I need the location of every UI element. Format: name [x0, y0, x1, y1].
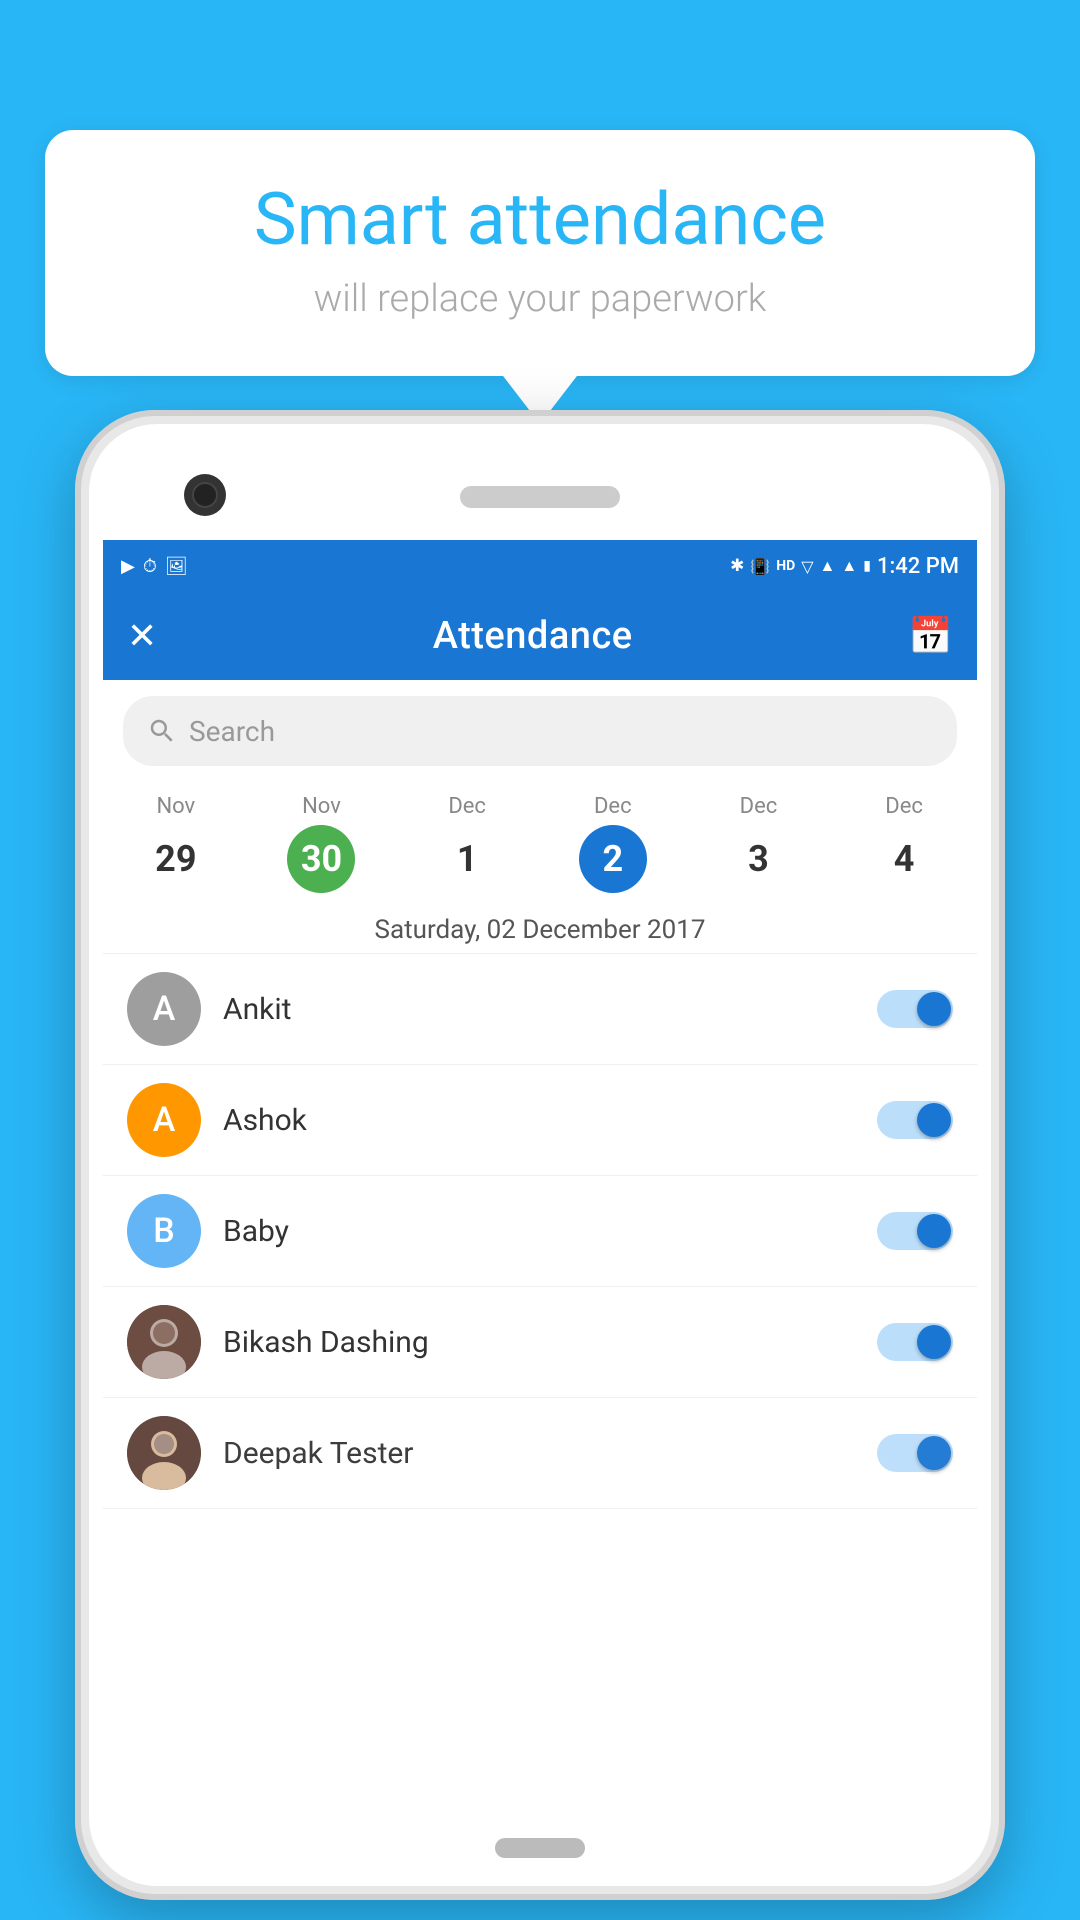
cal-num-4: 3: [724, 825, 792, 893]
person-name-ashok: Ashok: [223, 1103, 855, 1138]
toggle-thumb-baby: [917, 1214, 951, 1248]
toggle-thumb-deepak: [917, 1436, 951, 1470]
bubble-title: Smart attendance: [105, 180, 975, 259]
calendar-button[interactable]: 📅: [908, 615, 953, 657]
toggle-track-ashok: [877, 1101, 953, 1139]
cal-month-1: Nov: [302, 794, 341, 819]
person-item-bikash: Bikash Dashing: [103, 1287, 977, 1398]
speech-bubble: Smart attendance will replace your paper…: [45, 130, 1035, 376]
status-icons-left: ▶ ⏱ 🖼: [121, 556, 188, 577]
toggle-track-ankit: [877, 990, 953, 1028]
hd-icon: HD: [776, 558, 795, 574]
toggle-ankit[interactable]: [877, 990, 953, 1028]
cal-month-5: Dec: [885, 794, 923, 819]
date-header: Saturday, 02 December 2017: [103, 899, 977, 954]
toggle-track-baby: [877, 1212, 953, 1250]
screen: ▶ ⏱ 🖼 ✱ 📳 HD ▽ ▲ ▲ ▮ 1:42 PM ✕ At: [103, 540, 977, 1826]
deepak-face-icon: [127, 1416, 201, 1490]
cal-month-4: Dec: [740, 794, 778, 819]
phone-inner: ▶ ⏱ 🖼 ✱ 📳 HD ▽ ▲ ▲ ▮ 1:42 PM ✕ At: [89, 424, 991, 1886]
person-name-baby: Baby: [223, 1214, 855, 1249]
toggle-thumb-ashok: [917, 1103, 951, 1137]
close-button[interactable]: ✕: [127, 615, 157, 657]
cal-num-3: 2: [579, 825, 647, 893]
toggle-ashok[interactable]: [877, 1101, 953, 1139]
cal-day-4[interactable]: Dec 3: [708, 794, 808, 893]
cal-num-2: 1: [433, 825, 501, 893]
cal-month-0: Nov: [156, 794, 195, 819]
calendar-strip: Nov 29 Nov 30 Dec 1 Dec 2 Dec 3: [103, 782, 977, 899]
status-bar: ▶ ⏱ 🖼 ✱ 📳 HD ▽ ▲ ▲ ▮ 1:42 PM: [103, 540, 977, 592]
avatar-bikash: [127, 1305, 201, 1379]
speaker-grille: [460, 486, 620, 508]
cal-num-5: 4: [870, 825, 938, 893]
person-item-ashok: A Ashok: [103, 1065, 977, 1176]
person-item-baby: B Baby: [103, 1176, 977, 1287]
search-container: Search: [103, 680, 977, 782]
app-bar: ✕ Attendance 📅: [103, 592, 977, 680]
app-title: Attendance: [433, 614, 633, 658]
toggle-bikash[interactable]: [877, 1323, 953, 1361]
signal2-icon: ▲: [841, 556, 857, 576]
youtube-icon: ▶: [121, 556, 135, 577]
cal-day-2[interactable]: Dec 1: [417, 794, 517, 893]
camera-dot: [184, 474, 226, 516]
search-placeholder: Search: [189, 715, 275, 748]
toggle-track-bikash: [877, 1323, 953, 1361]
person-name-deepak: Deepak Tester: [223, 1436, 855, 1471]
toggle-thumb-ankit: [917, 992, 951, 1026]
cal-day-3[interactable]: Dec 2: [563, 794, 663, 893]
photo-icon: 🖼: [165, 556, 188, 577]
person-name-ankit: Ankit: [223, 992, 855, 1027]
toggle-baby[interactable]: [877, 1212, 953, 1250]
bubble-subtitle: will replace your paperwork: [105, 277, 975, 321]
bluetooth-icon: ✱: [730, 556, 744, 576]
cal-num-1: 30: [287, 825, 355, 893]
wifi-icon: ▽: [801, 557, 813, 576]
avatar-ankit: A: [127, 972, 201, 1046]
cal-day-5[interactable]: Dec 4: [854, 794, 954, 893]
status-time: 1:42 PM: [877, 554, 959, 579]
toggle-track-deepak: [877, 1434, 953, 1472]
signal1-icon: ▲: [820, 556, 836, 576]
cal-day-0[interactable]: Nov 29: [126, 794, 226, 893]
search-bar[interactable]: Search: [123, 696, 957, 766]
person-name-bikash: Bikash Dashing: [223, 1325, 855, 1360]
vibrate-icon: 📳: [750, 557, 770, 576]
status-icons-right: ✱ 📳 HD ▽ ▲ ▲ ▮ 1:42 PM: [730, 554, 959, 579]
cal-num-0: 29: [142, 825, 210, 893]
clock-app-icon: ⏱: [143, 556, 157, 577]
avatar-baby: B: [127, 1194, 201, 1268]
search-icon: [147, 716, 177, 746]
cal-month-2: Dec: [448, 794, 486, 819]
phone-frame: ▶ ⏱ 🖼 ✱ 📳 HD ▽ ▲ ▲ ▮ 1:42 PM ✕ At: [75, 410, 1005, 1900]
toggle-deepak[interactable]: [877, 1434, 953, 1472]
home-button[interactable]: [495, 1838, 585, 1858]
person-list: A Ankit A Ashok: [103, 954, 977, 1509]
person-item-ankit: A Ankit: [103, 954, 977, 1065]
person-item-deepak: Deepak Tester: [103, 1398, 977, 1509]
bikash-face-icon: [127, 1305, 201, 1379]
avatar-deepak: [127, 1416, 201, 1490]
battery-icon: ▮: [863, 558, 871, 574]
toggle-thumb-bikash: [917, 1325, 951, 1359]
avatar-ashok: A: [127, 1083, 201, 1157]
cal-month-3: Dec: [594, 794, 632, 819]
cal-day-1[interactable]: Nov 30: [271, 794, 371, 893]
